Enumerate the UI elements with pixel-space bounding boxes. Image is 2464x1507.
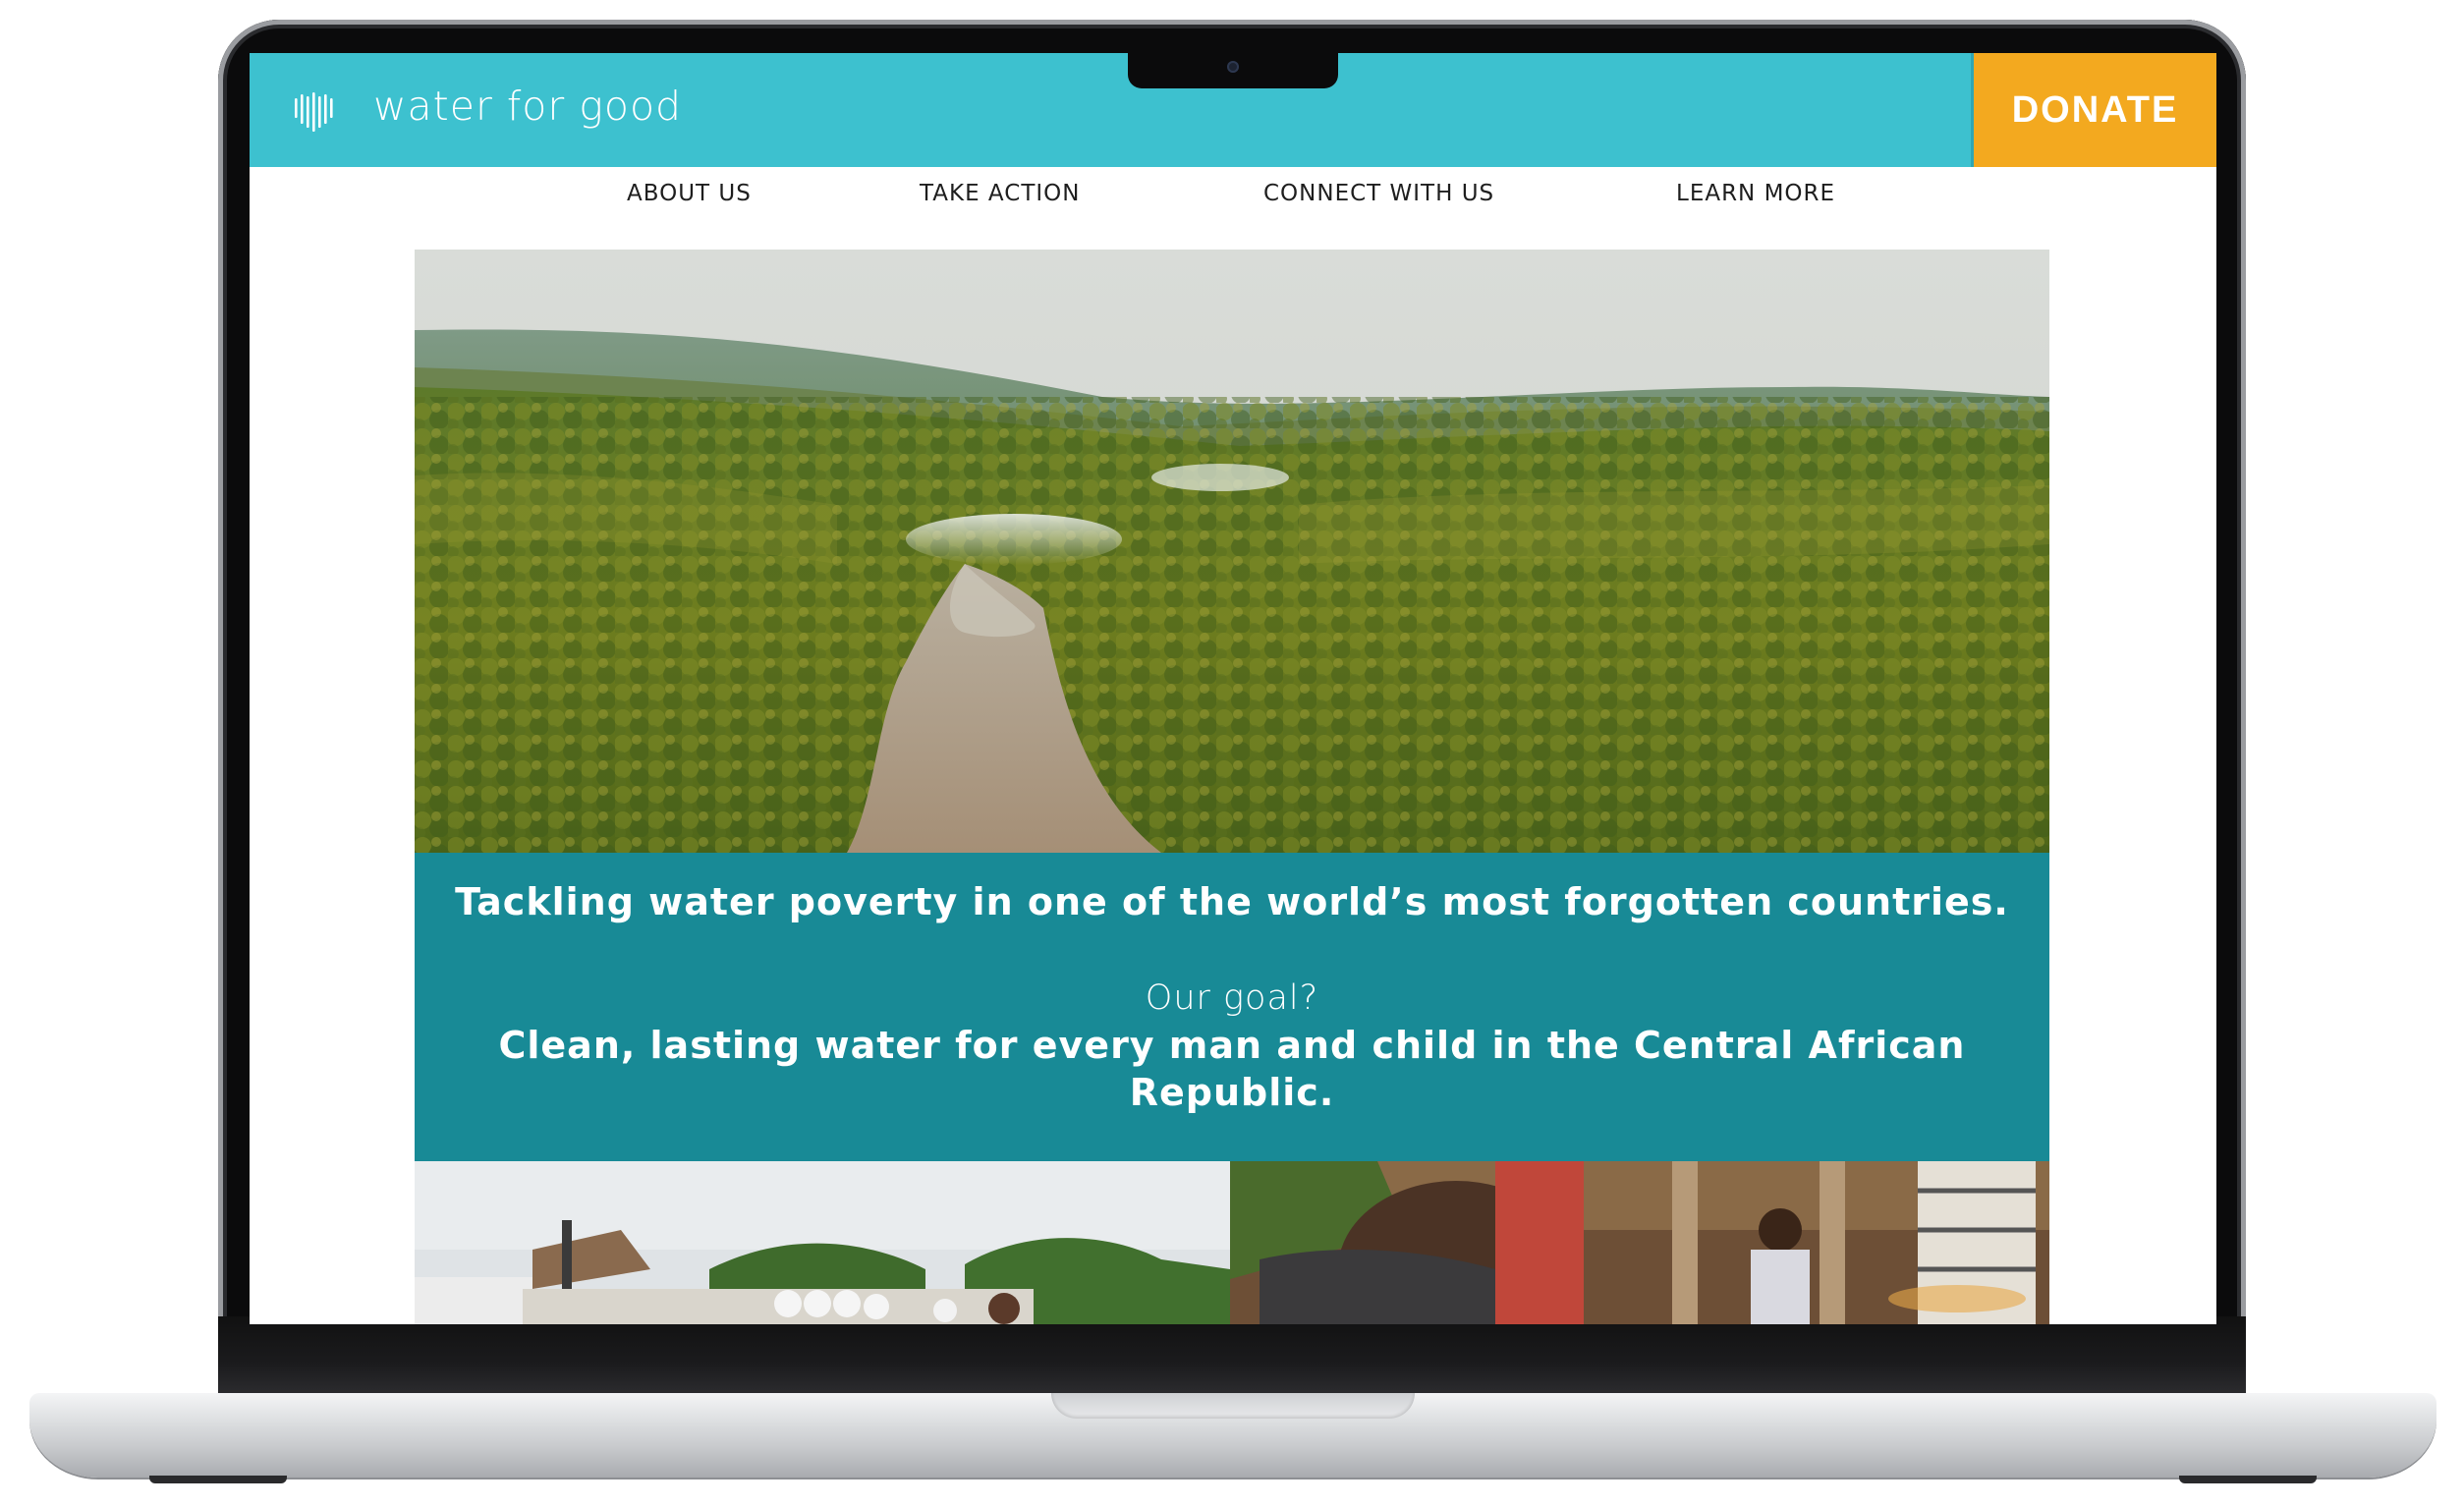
laptop-screen: water for good DONATE ABOUT US TAKE ACTI… bbox=[250, 53, 2216, 1324]
hero-rainforest-river-photo bbox=[415, 250, 2049, 853]
crew-with-drilling-rig-photo bbox=[415, 1161, 1230, 1324]
camera-icon bbox=[1227, 61, 1239, 73]
nav-learn-more[interactable]: LEARN MORE bbox=[1676, 181, 1835, 206]
site-logo-text[interactable]: water for good bbox=[373, 83, 682, 130]
mission-panel: Tackling water poverty in one of the wor… bbox=[415, 853, 2049, 1161]
nav-about-us[interactable]: ABOUT US bbox=[627, 181, 752, 206]
community-at-well-photo bbox=[1230, 1161, 2049, 1324]
donate-button[interactable]: DONATE bbox=[1971, 53, 2216, 167]
mission-question: Our goal? bbox=[1145, 978, 1319, 1018]
camera-notch bbox=[1128, 53, 1338, 88]
nav-connect-with-us[interactable]: CONNECT WITH US bbox=[1263, 181, 1494, 206]
nav-take-action[interactable]: TAKE ACTION bbox=[920, 181, 1080, 206]
laptop-opening-notch bbox=[1051, 1393, 1415, 1419]
laptop-foot-left bbox=[149, 1476, 287, 1483]
laptop-bezel-chin bbox=[218, 1316, 2246, 1395]
laptop-foot-right bbox=[2179, 1476, 2317, 1483]
mission-goal: Clean, lasting water for every man and c… bbox=[498, 1024, 1966, 1114]
water-bars-icon bbox=[295, 92, 333, 132]
mission-headline: Tackling water poverty in one of the wor… bbox=[455, 880, 2009, 923]
